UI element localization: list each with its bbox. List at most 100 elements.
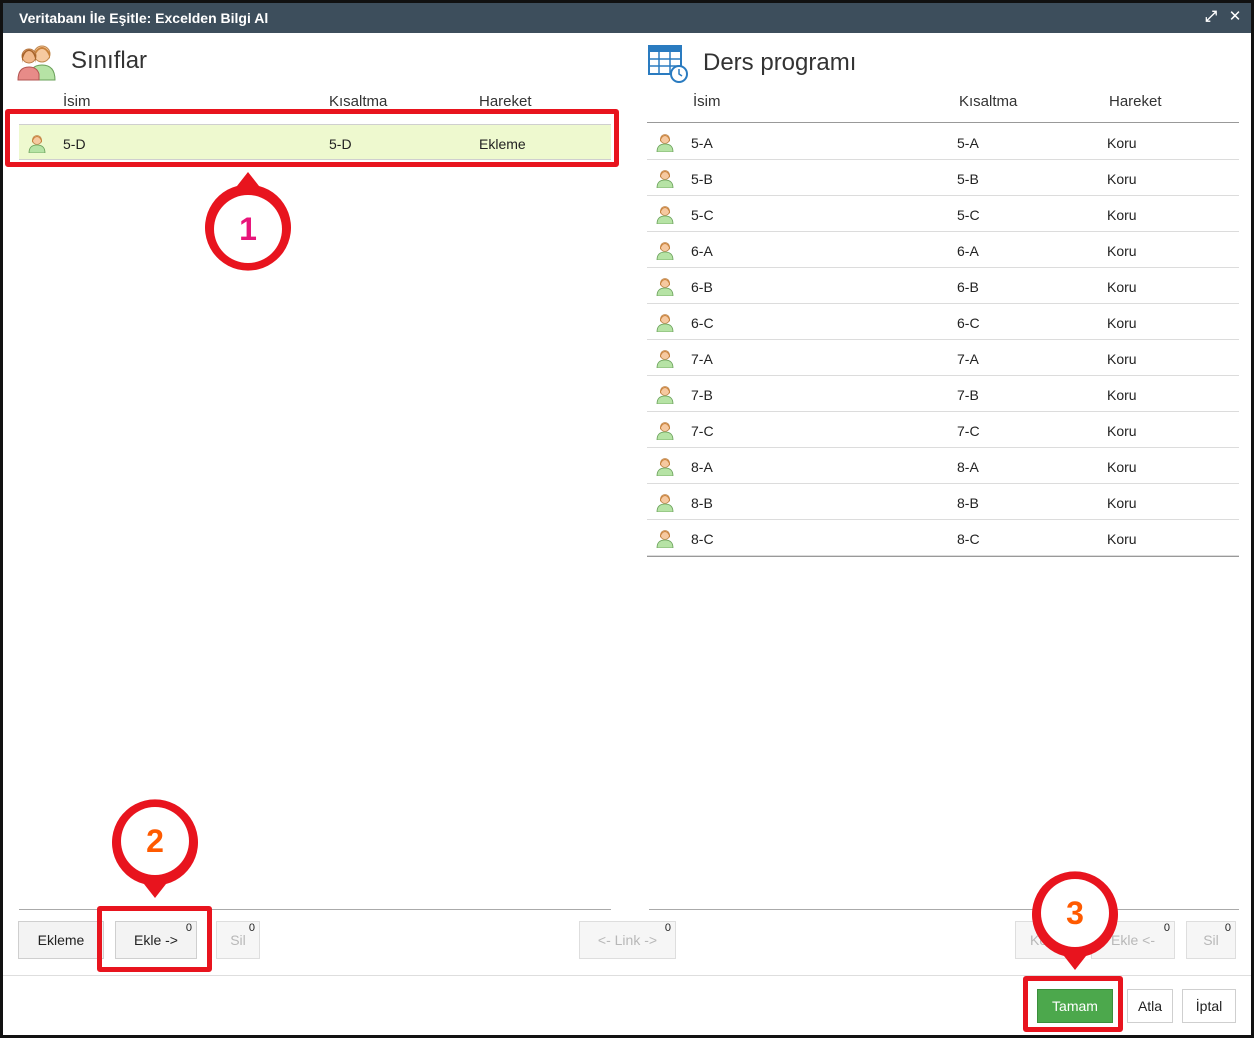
cancel-button[interactable]: İptal: [1182, 989, 1236, 1023]
skip-button[interactable]: Atla: [1127, 989, 1173, 1023]
row-short: 7-C: [957, 423, 980, 439]
row-short: 7-B: [957, 387, 979, 403]
person-icon: [656, 350, 674, 368]
step-marker-3: 3: [1032, 870, 1118, 970]
row-name: 8-C: [691, 531, 714, 547]
dialog-titlebar[interactable]: Veritabanı İle Eşitle: Excelden Bilgi Al…: [3, 3, 1251, 33]
step-number: 3: [1066, 894, 1084, 931]
delete-left-button[interactable]: Sil 0: [216, 921, 260, 959]
person-icon: [656, 458, 674, 476]
row-name: 5-C: [691, 207, 714, 223]
col-header-short[interactable]: Kısaltma: [959, 93, 1017, 110]
person-icon: [656, 170, 674, 188]
step-marker-1: 1: [205, 172, 291, 271]
row-name: 7-A: [691, 351, 713, 367]
right-panel-header: Ders programı: [647, 43, 856, 83]
table-row[interactable]: 8-C 8-C Koru: [647, 520, 1239, 556]
table-row[interactable]: 5-A 5-A Koru: [647, 124, 1239, 160]
maximize-icon[interactable]: ⤢: [1201, 7, 1221, 27]
person-icon: [656, 386, 674, 404]
row-name: 7-C: [691, 423, 714, 439]
step-number: 2: [146, 822, 164, 859]
right-column-headers: İsim Kısaltma Hareket: [647, 93, 1239, 123]
person-icon: [656, 314, 674, 332]
add-left-count: 0: [1163, 922, 1170, 934]
row-action: Koru: [1107, 207, 1137, 223]
table-bottom-border: [647, 556, 1239, 557]
link-count: 0: [664, 922, 671, 934]
delete-left-label: Sil: [230, 932, 246, 948]
row-name: 5-A: [691, 135, 713, 151]
highlight-add-button: [97, 906, 212, 972]
table-row[interactable]: 7-A 7-A Koru: [647, 340, 1239, 376]
delete-left-count: 0: [248, 922, 255, 934]
person-icon: [656, 494, 674, 512]
row-short: 8-C: [957, 531, 980, 547]
row-short: 6-C: [957, 315, 980, 331]
row-action: Koru: [1107, 279, 1137, 295]
row-action: Koru: [1107, 243, 1137, 259]
link-label: <- Link ->: [597, 932, 658, 948]
row-name: 8-A: [691, 459, 713, 475]
table-row[interactable]: 5-B 5-B Koru: [647, 160, 1239, 196]
highlight-selected-row: [5, 109, 619, 167]
row-short: 6-A: [957, 243, 979, 259]
delete-right-label: Sil: [1203, 932, 1219, 948]
col-header-action[interactable]: Hareket: [1109, 93, 1162, 110]
row-short: 6-B: [957, 279, 979, 295]
table-row[interactable]: 5-C 5-C Koru: [647, 196, 1239, 232]
table-row[interactable]: 6-B 6-B Koru: [647, 268, 1239, 304]
step-marker-2: 2: [112, 798, 198, 898]
highlight-ok-button: [1023, 976, 1123, 1032]
row-name: 6-B: [691, 279, 713, 295]
left-panel-title: Sınıflar: [71, 47, 148, 74]
table-row[interactable]: 6-C 6-C Koru: [647, 304, 1239, 340]
row-short: 5-A: [957, 135, 979, 151]
person-icon: [656, 206, 674, 224]
row-action: Koru: [1107, 531, 1137, 547]
row-name: 6-A: [691, 243, 713, 259]
col-header-name[interactable]: İsim: [63, 93, 91, 110]
person-icon: [656, 278, 674, 296]
person-icon: [656, 242, 674, 260]
row-short: 5-C: [957, 207, 980, 223]
timetable-clock-icon: [648, 45, 688, 83]
row-name: 7-B: [691, 387, 713, 403]
people-icon: [17, 45, 56, 81]
step-number: 1: [239, 210, 257, 247]
row-action: Koru: [1107, 315, 1137, 331]
right-panel-title: Ders programı: [703, 49, 857, 76]
right-separator: [649, 909, 1239, 910]
row-action: Koru: [1107, 351, 1137, 367]
table-row[interactable]: 7-C 7-C Koru: [647, 412, 1239, 448]
delete-right-count: 0: [1224, 922, 1231, 934]
table-row[interactable]: 6-A 6-A Koru: [647, 232, 1239, 268]
row-action: Koru: [1107, 387, 1137, 403]
row-name: 5-B: [691, 171, 713, 187]
col-header-name[interactable]: İsim: [693, 93, 721, 110]
close-icon[interactable]: ✕: [1225, 7, 1245, 27]
row-short: 5-B: [957, 171, 979, 187]
row-action: Koru: [1107, 495, 1137, 511]
table-row[interactable]: 7-B 7-B Koru: [647, 376, 1239, 412]
row-action: Koru: [1107, 135, 1137, 151]
link-button[interactable]: <- Link -> 0: [579, 921, 676, 959]
table-row[interactable]: 8-A 8-A Koru: [647, 448, 1239, 484]
dialog-title: Veritabanı İle Eşitle: Excelden Bilgi Al: [19, 10, 269, 26]
row-action: Koru: [1107, 459, 1137, 475]
left-panel-header: Sınıflar: [17, 41, 147, 81]
row-name: 8-B: [691, 495, 713, 511]
table-row[interactable]: 8-B 8-B Koru: [647, 484, 1239, 520]
ekleme-button[interactable]: Ekleme: [18, 921, 104, 959]
col-header-short[interactable]: Kısaltma: [329, 93, 387, 110]
delete-right-button[interactable]: Sil 0: [1186, 921, 1236, 959]
row-name: 6-C: [691, 315, 714, 331]
row-action: Koru: [1107, 423, 1137, 439]
row-short: 7-A: [957, 351, 979, 367]
person-icon: [656, 422, 674, 440]
row-action: Koru: [1107, 171, 1137, 187]
person-icon: [656, 134, 674, 152]
person-icon: [656, 530, 674, 548]
row-short: 8-B: [957, 495, 979, 511]
col-header-action[interactable]: Hareket: [479, 93, 532, 110]
